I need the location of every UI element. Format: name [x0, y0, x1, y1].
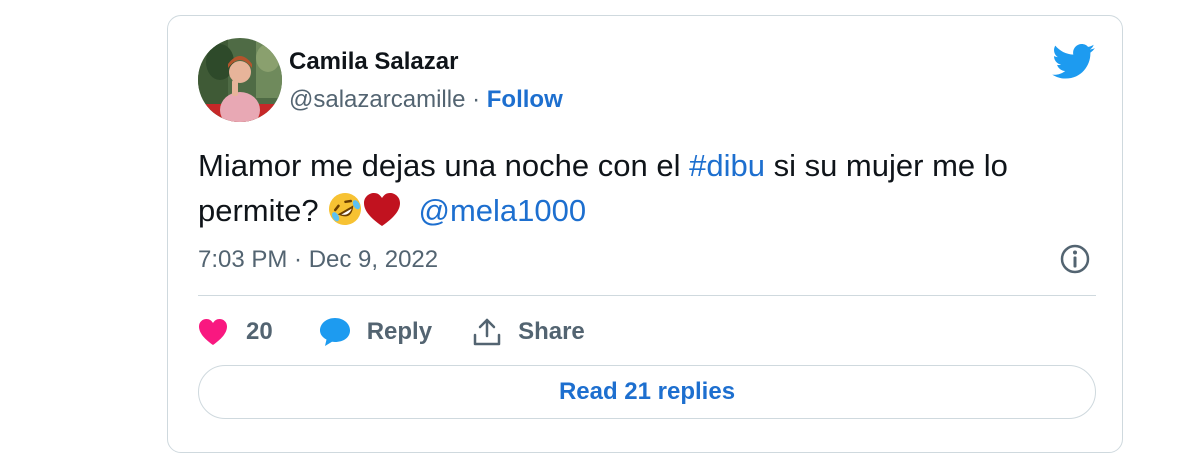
tweet-timestamp[interactable]: 7:03 PM · Dec 9, 2022: [198, 246, 438, 274]
tweet-text: Miamor me dejas una noche con el #dibu s…: [198, 143, 1098, 239]
red-heart-emoji: [363, 193, 401, 239]
reply-label: Reply: [366, 318, 433, 345]
handle-separator: ·: [472, 86, 481, 113]
author-name[interactable]: Camila Salazar: [289, 48, 458, 76]
avatar-photo: [198, 38, 282, 122]
heart-icon: [199, 319, 227, 345]
info-icon[interactable]: [1058, 242, 1092, 276]
divider: [198, 295, 1096, 296]
reply-button[interactable]: Reply: [319, 317, 432, 347]
tweet-text-part1: Miamor me dejas una noche con el: [198, 148, 690, 183]
twitter-bird-icon[interactable]: [1052, 44, 1096, 80]
speech-bubble-icon: [319, 318, 350, 346]
follow-link[interactable]: Follow: [487, 86, 563, 113]
author-handle[interactable]: @salazarcamille: [289, 86, 465, 113]
mention-link[interactable]: @mela1000: [418, 193, 586, 228]
like-button[interactable]: 20: [198, 318, 273, 346]
like-count: 20: [246, 318, 273, 345]
tweet-actions: 20 Reply Share: [198, 312, 585, 352]
tweet-card: Camila Salazar @salazarcamille · Follow …: [167, 15, 1123, 453]
share-upload-icon: [473, 318, 501, 346]
author-meta: @salazarcamille · Follow: [289, 86, 563, 114]
avatar[interactable]: [198, 38, 282, 122]
rolling-on-floor-laughing-emoji: [327, 191, 363, 239]
share-label: Share: [518, 318, 585, 345]
share-button[interactable]: Share: [472, 317, 585, 347]
read-replies-button[interactable]: Read 21 replies: [198, 365, 1096, 419]
hashtag-link[interactable]: #dibu: [689, 148, 765, 183]
